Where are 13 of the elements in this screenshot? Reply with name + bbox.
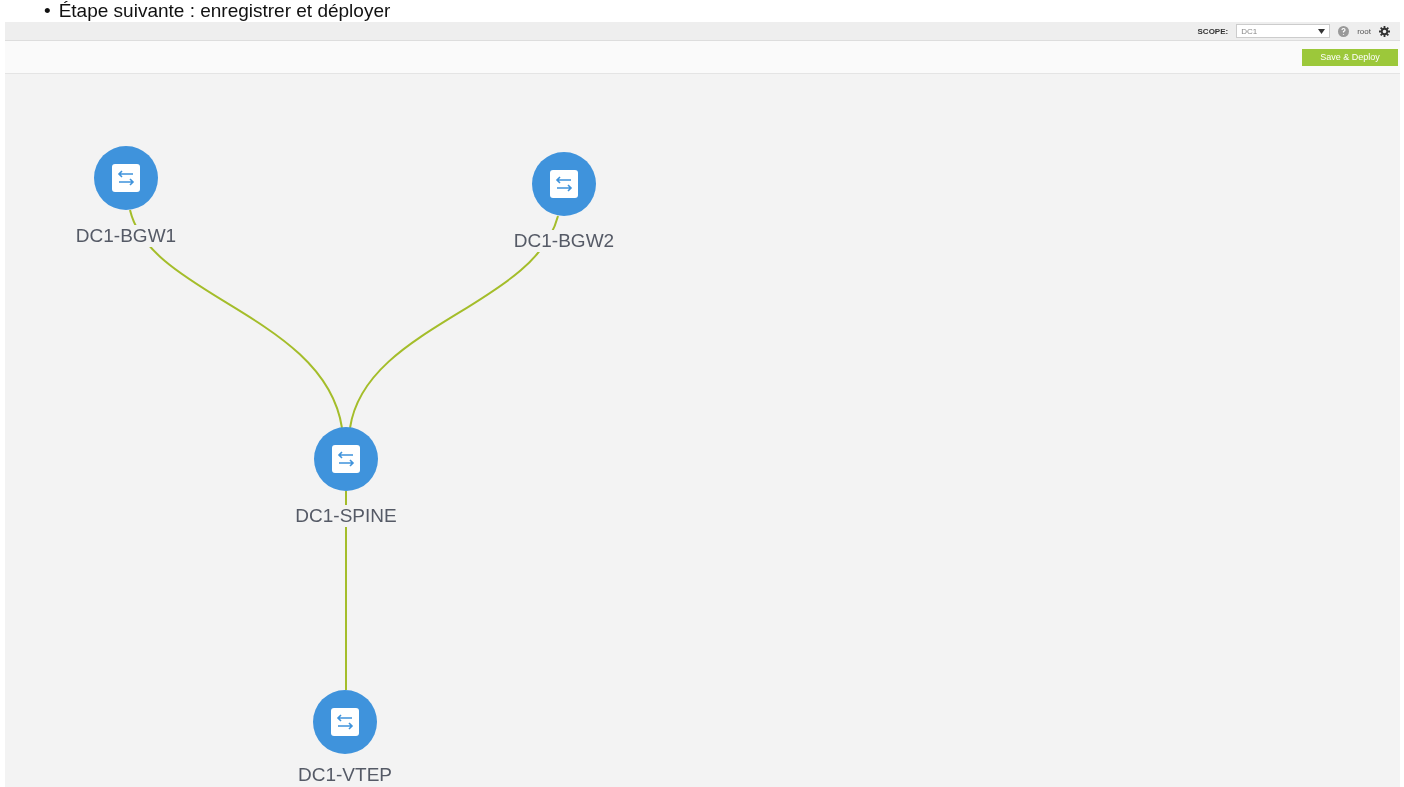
settings-icon[interactable] xyxy=(1379,25,1390,37)
scope-label: SCOPE: xyxy=(1197,26,1229,36)
save-deploy-button[interactable]: Save & Deploy xyxy=(1302,48,1398,66)
user-name[interactable]: root xyxy=(1357,26,1371,36)
switch-icon xyxy=(112,164,140,192)
caret-icon xyxy=(1318,28,1326,34)
scope-dropdown[interactable]: DC1 xyxy=(1236,24,1331,38)
bullet: • xyxy=(44,0,51,22)
slide-title: Étape suivante : enregistrer et déployer xyxy=(58,0,391,22)
switch-icon xyxy=(331,708,359,736)
help-icon[interactable] xyxy=(1338,25,1350,37)
switch-icon xyxy=(550,170,578,198)
switch-icon xyxy=(332,445,360,473)
